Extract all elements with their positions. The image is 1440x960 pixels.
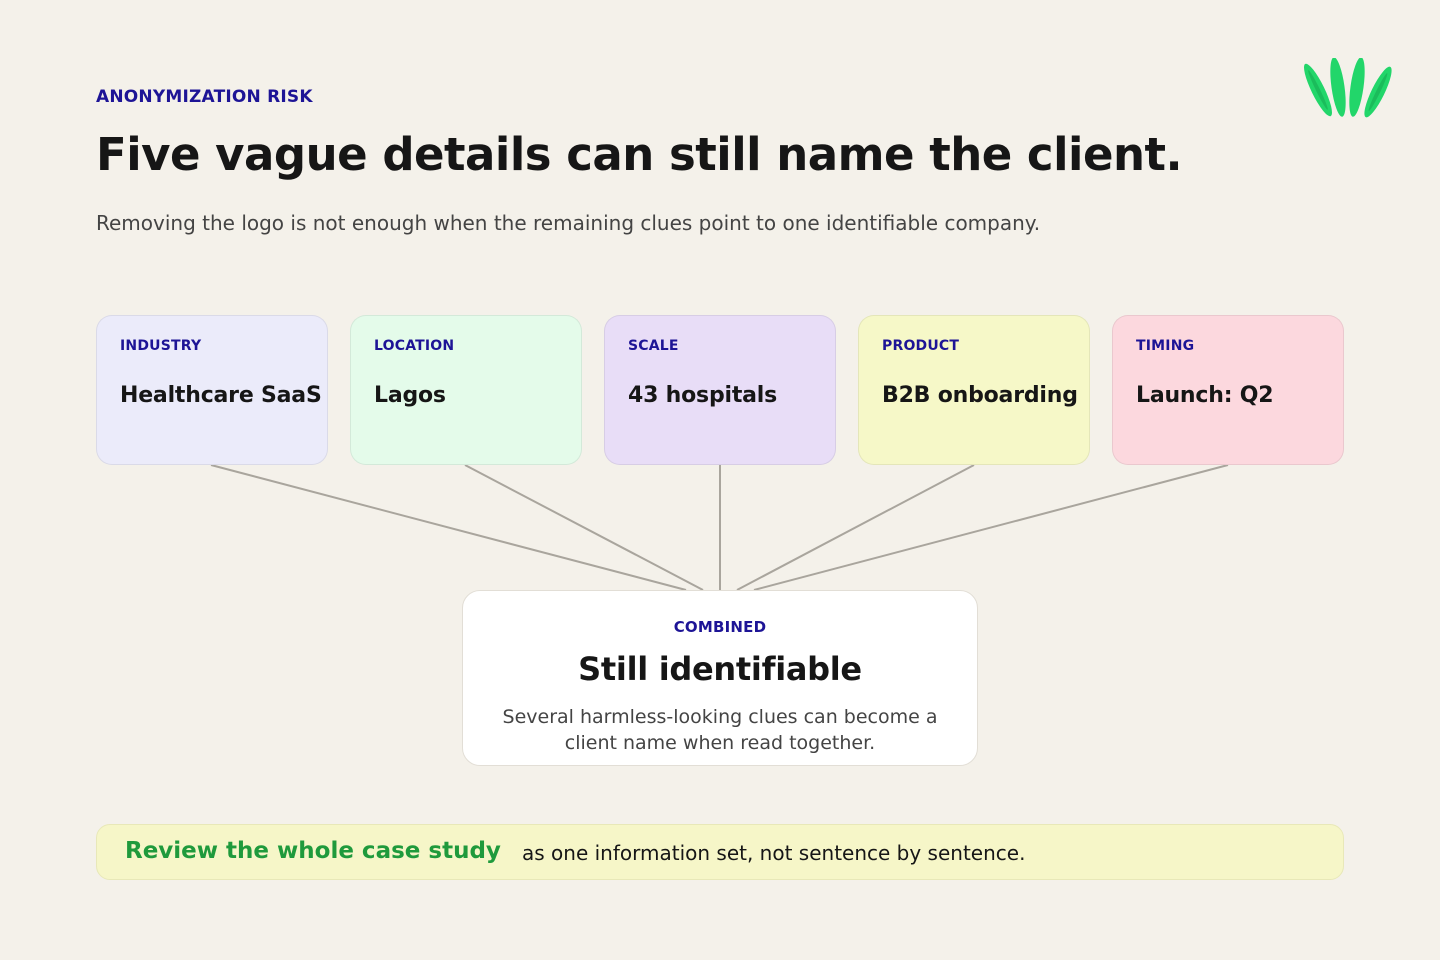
clue-label: INDUSTRY [120,338,202,354]
banner-text: as one information set, not sentence by … [522,841,1026,865]
leaf-sprout-logo-icon [1304,58,1392,118]
clue-label: LOCATION [374,338,455,354]
clue-value: 43 hospitals [628,383,778,408]
connector-location [464,464,704,591]
combined-description: Several harmless-looking clues can becom… [502,706,938,754]
clue-card-location: LOCATION Lagos [350,315,582,465]
combined-card: COMBINED Still identifiable Several harm… [462,590,978,766]
takeaway-banner: Review the whole case study as one infor… [96,824,1344,880]
clue-value: Launch: Q2 [1136,383,1274,408]
clue-value: B2B onboarding [882,383,1078,408]
eyebrow-label: ANONYMIZATION RISK [96,87,313,107]
clue-label: PRODUCT [882,338,960,354]
connector-timing [753,464,1229,591]
clue-value: Healthcare SaaS [120,383,322,408]
clue-card-product: PRODUCT B2B onboarding [858,315,1090,465]
connector-industry [210,464,687,591]
combined-title: Still identifiable [578,650,862,688]
clue-value: Lagos [374,383,446,408]
combined-label: COMBINED [673,618,767,636]
clue-label: SCALE [628,338,679,354]
clue-card-timing: TIMING Launch: Q2 [1112,315,1344,465]
connector-product [736,464,975,591]
clue-label: TIMING [1136,338,1195,354]
clue-card-industry: INDUSTRY Healthcare SaaS [96,315,328,465]
page-subtitle: Removing the logo is not enough when the… [96,211,1041,235]
banner-highlight: Review the whole case study [125,838,501,864]
clue-card-scale: SCALE 43 hospitals [604,315,836,465]
page-title: Five vague details can still name the cl… [96,128,1183,181]
